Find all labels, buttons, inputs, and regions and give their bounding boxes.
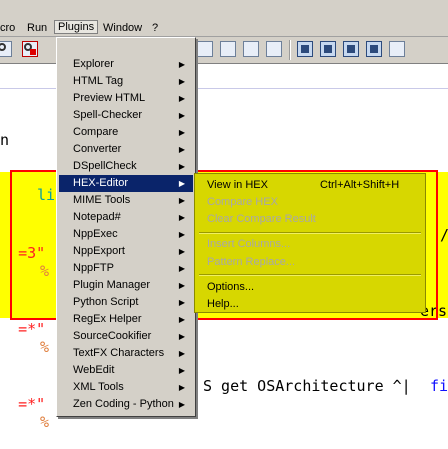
menu-window[interactable]: Window [103,22,142,34]
chevron-right-icon: ▶ [178,179,185,188]
menu-item-python-script[interactable]: Python Script ▶ [59,294,193,311]
menu-item-nppftp[interactable]: NppFTP ▶ [59,260,193,277]
chevron-right-icon: ▶ [178,77,185,86]
menu-item-nppexec[interactable]: NppExec ▶ [59,226,193,243]
help-item[interactable]: Help... [207,298,239,310]
hex-editor-submenu: View in HEX Ctrl+Alt+Shift+H Compare HEX… [194,173,426,313]
chevron-right-icon: ▶ [178,128,185,137]
menu-item-spell-checker[interactable]: Spell-Checker ▶ [59,107,193,124]
chevron-right-icon: ▶ [178,383,185,392]
menu-run[interactable]: Run [27,22,47,34]
chevron-right-icon: ▶ [178,298,185,307]
chevron-right-icon: ▶ [178,94,185,103]
chevron-right-icon: ▶ [178,349,185,358]
code-line-n: n [0,131,10,149]
compare-hex-item: Compare HEX [207,196,278,208]
record-macro-icon[interactable] [366,41,382,57]
indent-guide-icon[interactable] [343,41,359,57]
menu-item-hex-editor[interactable]: HEX-Editor ▶ [59,175,193,192]
code-row-2-pct: % [40,338,50,356]
code-row-1-right: / [440,226,448,244]
chevron-right-icon: ▶ [178,111,185,120]
chevron-right-icon: ▶ [178,400,185,409]
sync-horizontal-icon[interactable] [266,41,282,57]
insert-columns-item: Insert Columns... [207,238,291,250]
chevron-right-icon: ▶ [178,281,185,290]
menu-item-sourcecookifier[interactable]: SourceCookifier ▶ [59,328,193,345]
menu-item-regex-helper[interactable]: RegEx Helper ▶ [59,311,193,328]
code-row-3-right: fi [430,377,448,395]
chevron-right-icon: ▶ [178,264,185,273]
menu-item-mime-tools[interactable]: MIME Tools ▶ [59,192,193,209]
chevron-right-icon: ▶ [178,332,185,341]
zoom-out-icon[interactable] [220,41,236,57]
chevron-right-icon: ▶ [178,366,185,375]
menu-item-notepad-sharp[interactable]: Notepad# ▶ [59,209,193,226]
show-all-icon[interactable] [320,41,336,57]
chevron-right-icon: ▶ [178,247,185,256]
chevron-right-icon: ▶ [178,315,185,324]
menu-item-textfx-characters[interactable]: TextFX Characters ▶ [59,345,193,362]
wrap-icon[interactable] [297,41,313,57]
menu-item-compare[interactable]: Compare ▶ [59,124,193,141]
plugins-menu: Explorer ▶ HTML Tag ▶ Preview HTML ▶ Spell-… [56,37,196,417]
menu-item-converter[interactable]: Converter ▶ [59,141,193,158]
chevron-right-icon: ▶ [178,145,185,154]
menu-item-explorer[interactable]: Explorer ▶ [59,56,193,73]
options-item[interactable]: Options... [207,281,254,293]
sync-vertical-icon[interactable] [243,41,259,57]
menu-macro[interactable]: cro [0,22,15,34]
chevron-right-icon: ▶ [178,162,185,171]
toolbar-divider [289,40,291,60]
menu-item-plugin-manager[interactable]: Plugin Manager ▶ [59,277,193,294]
replace-icon[interactable] [22,41,38,57]
submenu-divider [199,274,421,276]
menu-item-preview-html[interactable]: Preview HTML ▶ [59,90,193,107]
menu-plugins[interactable]: Plugins [54,20,99,34]
chevron-right-icon: ▶ [178,196,185,205]
view-in-hex-item[interactable]: View in HEX [207,179,268,191]
code-row-2-left: =*" [18,320,46,338]
code-row-3-mid: S get OSArchitecture ^| [203,377,411,395]
chevron-right-icon: ▶ [178,60,185,69]
chevron-right-icon: ▶ [178,230,185,239]
menu-item-zen-coding-python[interactable]: Zen Coding - Python ▶ [59,396,193,413]
view-in-hex-shortcut: Ctrl+Alt+Shift+H [320,179,400,191]
run-macro-icon[interactable] [389,41,405,57]
clear-compare-item: Clear Compare Result [207,213,316,225]
menu-bar: cro Run Plugins Window ? [0,0,448,37]
menu-item-webedit[interactable]: WebEdit ▶ [59,362,193,379]
find-icon[interactable] [0,41,12,57]
zoom-in-icon[interactable] [197,41,213,57]
code-row-3-left: =*" [18,395,46,413]
menu-item-xml-tools[interactable]: XML Tools ▶ [59,379,193,396]
submenu-divider [199,232,421,234]
menu-help[interactable]: ? [152,22,158,34]
chevron-right-icon: ▶ [178,213,185,222]
pattern-replace-item: Pattern Replace... [207,256,296,268]
code-row-3: =*" % [0,377,49,431]
code-row-3-pct: % [40,413,50,431]
menu-item-dspellcheck[interactable]: DSpellCheck ▶ [59,158,193,175]
menu-item-nppexport[interactable]: NppExport ▶ [59,243,193,260]
menu-item-html-tag[interactable]: HTML Tag ▶ [59,73,193,90]
